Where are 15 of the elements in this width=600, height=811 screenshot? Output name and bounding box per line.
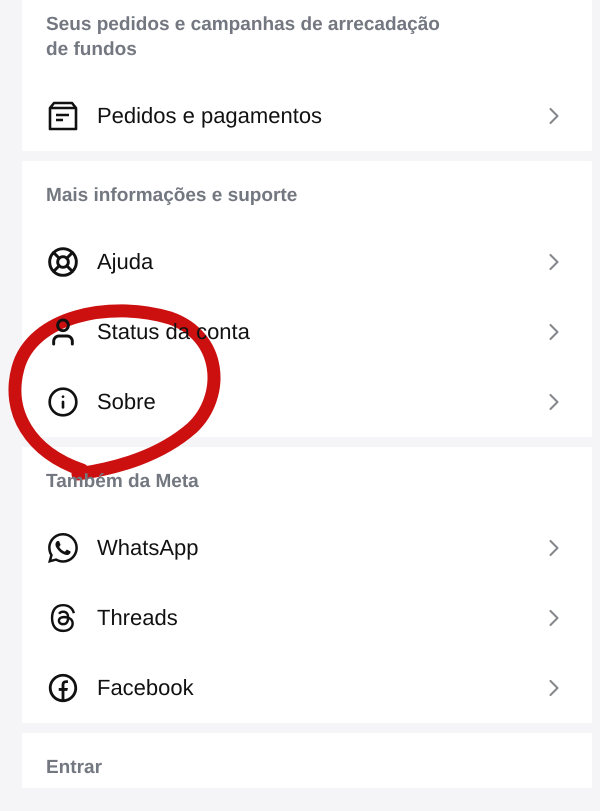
menu-item[interactable]: Pedidos e pagamentos bbox=[97, 103, 523, 129]
section-header: Entrar bbox=[45, 756, 103, 780]
menu-item[interactable]: Ajuda bbox=[97, 249, 523, 275]
facebook-icon bbox=[46, 671, 80, 705]
section-header: Também da Meta bbox=[45, 470, 200, 494]
box-icon bbox=[46, 99, 80, 133]
section-header: Seus pedidos e campanhas de arrecadação de fundos bbox=[45, 13, 441, 62]
help-icon bbox=[46, 245, 80, 279]
info-icon bbox=[46, 385, 80, 419]
menu-item[interactable]: Sobre bbox=[97, 389, 523, 415]
menu-item[interactable]: Threads bbox=[97, 605, 523, 631]
menu-item[interactable]: WhatsApp bbox=[97, 535, 523, 561]
section-header: Mais informações e suporte bbox=[45, 184, 298, 208]
menu-item[interactable]: Facebook bbox=[97, 675, 523, 701]
whatsapp-icon bbox=[46, 531, 80, 565]
